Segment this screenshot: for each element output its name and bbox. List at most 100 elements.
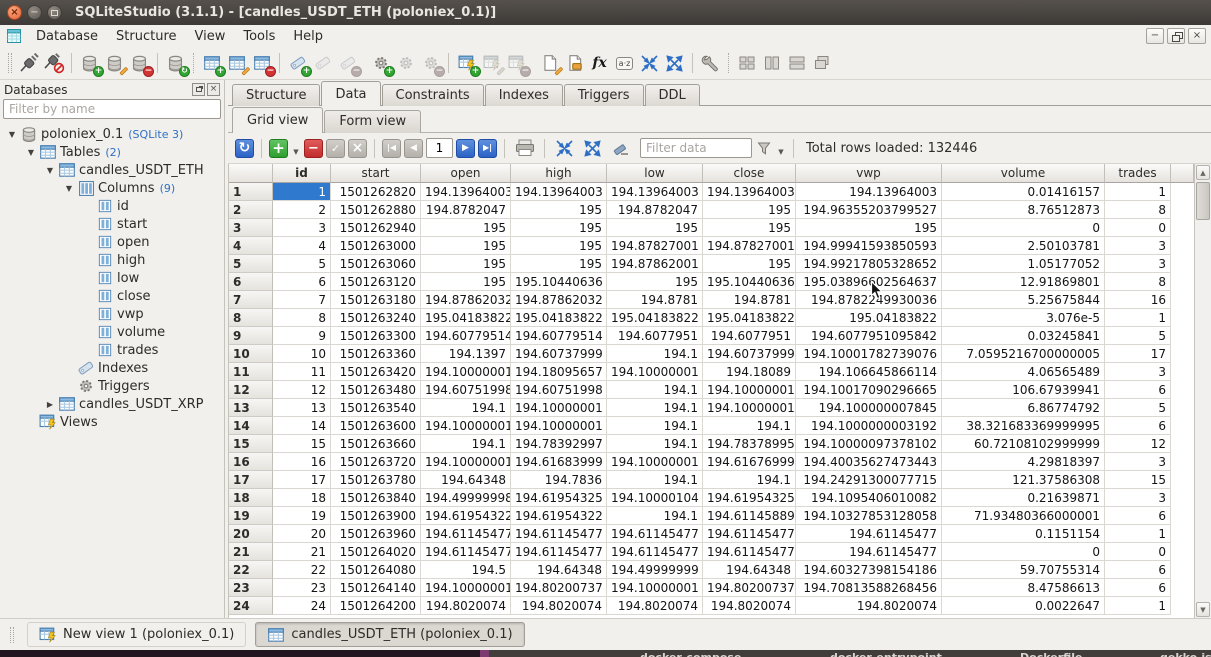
cell[interactable]: 1501263000 <box>331 237 421 255</box>
cell[interactable]: 3 <box>1105 489 1171 507</box>
tree-item-volume[interactable]: volume <box>0 323 224 341</box>
column-header-volume[interactable]: volume <box>942 164 1105 183</box>
cell[interactable]: 9 <box>273 327 331 345</box>
cell[interactable]: 194.61145477 <box>607 525 703 543</box>
mdi-cascade-icon[interactable] <box>809 51 834 76</box>
cell[interactable]: 195.04183822 <box>607 309 703 327</box>
cell[interactable]: 194.49999999 <box>607 561 703 579</box>
cell[interactable]: 4.29818397 <box>942 453 1105 471</box>
cell[interactable]: 194.10000104 <box>607 489 703 507</box>
cell[interactable]: 194.1095406010082 <box>796 489 942 507</box>
clear-values-button[interactable] <box>608 136 633 161</box>
cell[interactable]: 3 <box>1105 255 1171 273</box>
edit-view-icon[interactable] <box>479 51 504 76</box>
cell[interactable]: 194.10000001 <box>703 381 796 399</box>
cell[interactable]: 194.61145477 <box>511 525 607 543</box>
cell[interactable]: 1501264020 <box>331 543 421 561</box>
cell[interactable]: 15 <box>1105 471 1171 489</box>
cell[interactable]: 8 <box>1105 201 1171 219</box>
cell[interactable]: 195 <box>703 219 796 237</box>
cell[interactable]: 194.10327853128058 <box>796 507 942 525</box>
cell[interactable]: 12.91869801 <box>942 273 1105 291</box>
tree-item-views[interactable]: Views <box>0 413 224 431</box>
cell[interactable]: 5 <box>1105 399 1171 417</box>
taskbar-window-new-view-1-poloniex-0-1[interactable]: New view 1 (poloniex_0.1) <box>27 622 246 647</box>
cell[interactable]: 1501263540 <box>331 399 421 417</box>
tree-item-indexes[interactable]: Indexes <box>0 359 224 377</box>
rollback-button[interactable] <box>348 139 367 158</box>
cell[interactable]: 195.10440636 <box>703 273 796 291</box>
cell[interactable]: 2 <box>273 201 331 219</box>
row-header[interactable]: 16 <box>229 453 273 471</box>
tab-constraints[interactable]: Constraints <box>382 84 484 106</box>
refresh-grid-button[interactable] <box>235 139 254 158</box>
cell[interactable]: 194.1000000003192 <box>796 417 942 435</box>
new-table-icon[interactable]: + <box>199 51 224 76</box>
mdi-restore-button[interactable] <box>1167 28 1185 44</box>
mdi-close-button[interactable]: × <box>1188 28 1206 44</box>
cell[interactable]: 22 <box>273 561 331 579</box>
cell[interactable]: 8.76512873 <box>942 201 1105 219</box>
cell[interactable]: 194.13964003 <box>607 183 703 201</box>
cell[interactable]: 195.03896602564637 <box>796 273 942 291</box>
cell[interactable]: 194.80200737 <box>703 579 796 597</box>
cell[interactable]: 194.13964003 <box>421 183 511 201</box>
scroll-down-button[interactable]: ▼ <box>1196 602 1210 617</box>
import-icon[interactable] <box>637 51 662 76</box>
cell[interactable]: 194.78378995 <box>703 435 796 453</box>
cell[interactable]: 195.04183822 <box>511 309 607 327</box>
scrollbar-thumb[interactable] <box>1196 182 1210 220</box>
cell[interactable]: 8 <box>1105 273 1171 291</box>
drop-trigger-icon[interactable]: − <box>418 51 443 76</box>
cell[interactable]: 194.64348 <box>421 471 511 489</box>
column-header-trades[interactable]: trades <box>1105 164 1171 183</box>
cell[interactable]: 24 <box>273 597 331 615</box>
cell[interactable]: 1501263120 <box>331 273 421 291</box>
cell[interactable]: 0.01416157 <box>942 183 1105 201</box>
cell[interactable]: 194.1 <box>607 381 703 399</box>
cell[interactable]: 194.61145477 <box>703 525 796 543</box>
cell[interactable]: 194.61954322 <box>511 507 607 525</box>
tree-item-poloniex-0-1[interactable]: ▼poloniex_0.1(SQLite 3) <box>0 125 224 143</box>
cell[interactable]: 1501263660 <box>331 435 421 453</box>
cell[interactable]: 194.1 <box>703 471 796 489</box>
tree-item-low[interactable]: low <box>0 269 224 287</box>
new-trigger-icon[interactable]: + <box>368 51 393 76</box>
edit-table-icon[interactable] <box>224 51 249 76</box>
cell[interactable]: 194.61145477 <box>796 525 942 543</box>
cell[interactable]: 194.64348 <box>703 561 796 579</box>
cell[interactable]: 194.1 <box>607 345 703 363</box>
panel-float-button[interactable] <box>192 83 205 96</box>
cell[interactable]: 194.60737999 <box>511 345 607 363</box>
tree-collapse-arrow[interactable]: ▼ <box>4 130 20 139</box>
cell[interactable]: 194.61145477 <box>796 543 942 561</box>
cell[interactable]: 1501263840 <box>331 489 421 507</box>
cell[interactable]: 194.8782249930036 <box>796 291 942 309</box>
cell[interactable]: 195 <box>511 219 607 237</box>
cell[interactable]: 1501263180 <box>331 291 421 309</box>
cell[interactable]: 38.321683369999995 <box>942 417 1105 435</box>
cell[interactable]: 0 <box>942 543 1105 561</box>
cell[interactable]: 195 <box>421 255 511 273</box>
cell[interactable]: 194.18095657 <box>511 363 607 381</box>
cell[interactable]: 194.10000001 <box>511 417 607 435</box>
cell[interactable]: 16 <box>1105 291 1171 309</box>
cell[interactable]: 195.04183822 <box>703 309 796 327</box>
cell[interactable]: 194.10000001 <box>607 453 703 471</box>
cell[interactable]: 1501263720 <box>331 453 421 471</box>
cell[interactable]: 194.10000001 <box>607 363 703 381</box>
cell[interactable]: 194.61954322 <box>421 507 511 525</box>
cell[interactable]: 60.72108102999999 <box>942 435 1105 453</box>
tab-structure[interactable]: Structure <box>232 84 320 106</box>
cell[interactable]: 194.100000007845 <box>796 399 942 417</box>
cell[interactable]: 194.1 <box>607 471 703 489</box>
cell[interactable]: 194.87827001 <box>607 237 703 255</box>
cell[interactable]: 194.1 <box>607 399 703 417</box>
row-header[interactable]: 21 <box>229 543 273 561</box>
menu-tools[interactable]: Tools <box>234 28 284 45</box>
column-header-high[interactable]: high <box>511 164 607 183</box>
cell[interactable]: 194.8781 <box>703 291 796 309</box>
cell[interactable]: 194.8020074 <box>703 597 796 615</box>
row-header[interactable]: 11 <box>229 363 273 381</box>
cell[interactable]: 194.1 <box>607 417 703 435</box>
